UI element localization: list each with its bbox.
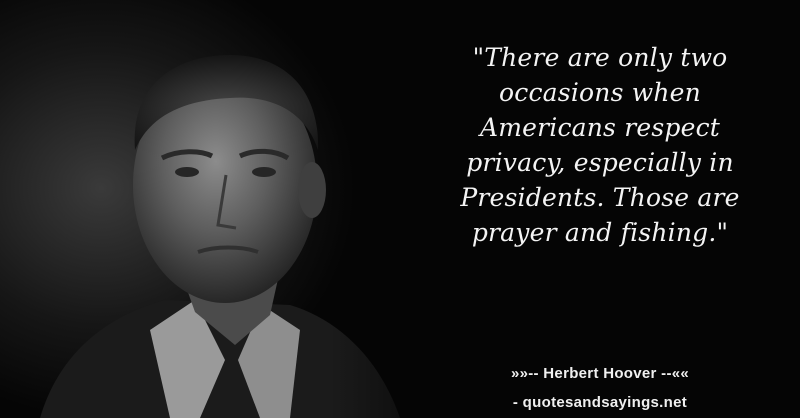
quote-line: Americans respect (479, 113, 721, 142)
quote-author: »»-- Herbert Hoover --«« (510, 365, 690, 382)
quote-line: Presidents. Those are (460, 183, 740, 212)
quote-line: prayer and fishing." (471, 218, 729, 247)
quote-card: "There are only two occasions when Ameri… (0, 0, 800, 418)
source-attribution: - quotesandsayings.net (512, 394, 688, 411)
quote-text: "There are only two occasions when Ameri… (430, 40, 770, 250)
quote-line: occasions when (499, 78, 701, 107)
quote-line: "There are only two (472, 43, 728, 72)
quote-line: privacy, especially in (466, 148, 734, 177)
